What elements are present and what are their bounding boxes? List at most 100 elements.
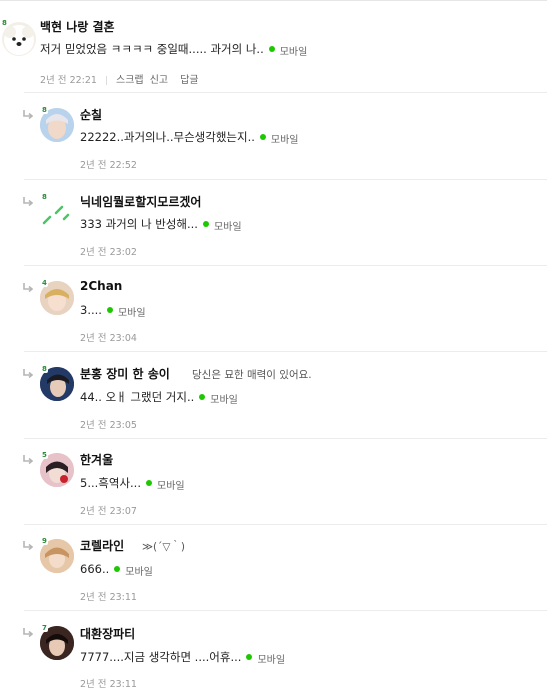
comment-time: 23:11 xyxy=(109,592,137,603)
mobile-label: 모바일 xyxy=(125,566,153,578)
scrap-button[interactable]: 스크랩 xyxy=(116,75,144,86)
comment-date: 2년 전 xyxy=(80,247,107,258)
comment-body: 44.. 오ㅐ 그랬던 거지.. xyxy=(80,390,195,404)
reply-item: 7 대환장파티 7777....지금 생각하면 ....어휴... 모바일 2년 … xyxy=(0,611,547,698)
nickname[interactable]: 백현 나랑 결혼 xyxy=(40,18,115,35)
comment-meta: 2년 전 23:11 xyxy=(80,676,137,690)
reply-arrow-icon xyxy=(23,628,34,638)
comment-time: 22:52 xyxy=(109,160,137,171)
reply-item: 8 분홍 장미 한 송이 당신은 묘한 매력이 있어요. 44.. 오ㅐ 그랬던… xyxy=(0,352,547,439)
comment-date: 2년 전 xyxy=(80,333,107,344)
reply-arrow-icon xyxy=(23,369,34,379)
level-badge: 5 xyxy=(41,451,48,459)
comment-meta: 2년 전 23:05 xyxy=(80,417,137,431)
avatar[interactable] xyxy=(2,22,36,56)
mobile-label: 모바일 xyxy=(213,221,242,233)
comment-text: 3.... 모바일 xyxy=(80,303,146,319)
comment-date: 2년 전 xyxy=(80,160,107,171)
comment-date: 2년 전 xyxy=(80,420,107,431)
nickname-tagline: ≫(´▽｀) xyxy=(142,541,186,553)
comment-meta: 2년 전 23:11 xyxy=(80,589,137,603)
nickname[interactable]: 한겨울 xyxy=(80,451,113,468)
comment-date: 2년 전 xyxy=(80,679,107,690)
comment-date: 2년 전 xyxy=(40,75,67,86)
level-badge: 8 xyxy=(1,19,8,27)
mobile-dot-icon xyxy=(146,480,152,486)
mobile-dot-icon xyxy=(202,221,209,227)
comment-body: 333 과거의 나 반성해... xyxy=(80,217,198,231)
reply-item: 4 2Chan 3.... 모바일 2년 전 23:04 xyxy=(0,266,547,352)
nickname[interactable]: 대환장파티 xyxy=(80,625,135,642)
comment-body: 7777....지금 생각하면 ....어휴... xyxy=(80,650,242,664)
reply-arrow-icon xyxy=(23,283,34,293)
mobile-dot-icon xyxy=(259,134,266,140)
mobile-indicator: 모바일 xyxy=(146,477,185,492)
comment-meta: 2년 전 22:52 xyxy=(80,157,137,171)
comment-time: 23:11 xyxy=(109,679,137,690)
comment-text: 333 과거의 나 반성해... 모바일 xyxy=(80,216,242,233)
mobile-indicator: 모바일 xyxy=(202,218,242,233)
mobile-dot-icon xyxy=(246,654,253,660)
mobile-indicator: 모바일 xyxy=(106,304,146,319)
mobile-dot-icon xyxy=(199,394,206,400)
mobile-indicator: 모바일 xyxy=(114,563,153,578)
mobile-label: 모바일 xyxy=(270,134,299,146)
nickname[interactable]: 순칠 xyxy=(80,106,102,123)
mobile-dot-icon xyxy=(106,307,113,313)
comment-text: 저거 믿었었음 ㅋㅋㅋㅋ 중일때..... 과거의 나.. 모바일 xyxy=(40,41,307,58)
reply-button[interactable]: 답글 xyxy=(180,75,198,86)
level-badge: 8 xyxy=(41,365,48,373)
mobile-indicator: 모바일 xyxy=(199,391,238,406)
comment-body: 22222..과거의나..무슨생각했는지.. xyxy=(80,130,255,144)
mobile-dot-icon xyxy=(268,46,275,52)
comment-time: 23:02 xyxy=(109,247,137,258)
comment-time: 23:04 xyxy=(109,333,137,344)
mobile-label: 모바일 xyxy=(210,394,238,406)
reply-arrow-icon xyxy=(23,541,34,551)
comment-text: 5...흑역사... 모바일 xyxy=(80,475,185,492)
reply-item: 8 닉네임뭘로할지모르겠어 333 과거의 나 반성해... 모바일 2년 전 2… xyxy=(0,180,547,266)
meta-separator xyxy=(106,76,107,85)
mobile-label: 모바일 xyxy=(117,307,146,319)
comment-text: 22222..과거의나..무슨생각했는지.. 모바일 xyxy=(80,129,299,146)
comment-time: 22:21 xyxy=(69,75,97,86)
level-badge: 7 xyxy=(41,624,48,632)
mobile-indicator: 모바일 xyxy=(246,651,285,666)
comment-meta: 2년 전 22:21 스크랩 신고 답글 xyxy=(40,71,199,86)
comment-body: 저거 믿었었음 ㅋㅋㅋㅋ 중일때..... 과거의 나.. xyxy=(40,42,264,56)
comment-item: 8 백현 나랑 결혼 저거 믿었었음 ㅋㅋㅋㅋ 중일때..... 과거의 나..… xyxy=(0,0,547,93)
comment-date: 2년 전 xyxy=(80,506,107,517)
mobile-indicator: 모바일 xyxy=(268,43,307,58)
comment-body: 5...흑역사... xyxy=(80,476,141,490)
comment-time: 23:05 xyxy=(109,420,137,431)
nickname-tagline: 당신은 묘한 매력이 있어요. xyxy=(192,369,312,381)
reply-arrow-icon xyxy=(23,110,34,120)
nickname[interactable]: 코렐라인 xyxy=(80,537,124,554)
comment-text: 44.. 오ㅐ 그랬던 거지.. 모바일 xyxy=(80,389,238,406)
reply-item: 8 순칠 22222..과거의나..무슨생각했는지.. 모바일 2년 전 22:5… xyxy=(0,93,547,180)
comment-meta: 2년 전 23:07 xyxy=(80,503,137,517)
reply-arrow-icon xyxy=(23,455,34,465)
level-badge: 8 xyxy=(41,106,48,114)
reply-arrow-icon xyxy=(23,197,34,207)
nickname[interactable]: 분홍 장미 한 송이 xyxy=(80,365,170,382)
level-badge: 9 xyxy=(41,537,48,545)
comment-meta: 2년 전 23:02 xyxy=(80,244,137,258)
mobile-indicator: 모바일 xyxy=(259,131,299,146)
comment-body: 666.. xyxy=(80,562,110,576)
mobile-dot-icon xyxy=(114,566,121,572)
mobile-label: 모바일 xyxy=(157,480,185,492)
comment-meta: 2년 전 23:04 xyxy=(80,330,137,344)
level-badge: 8 xyxy=(41,193,48,201)
nickname[interactable]: 닉네임뭘로할지모르겠어 xyxy=(80,193,201,210)
nickname[interactable]: 2Chan xyxy=(80,279,122,293)
comment-time: 23:07 xyxy=(109,506,137,517)
comment-text: 666.. 모바일 xyxy=(80,562,153,578)
level-badge: 4 xyxy=(41,279,48,287)
reply-item: 5 한겨울 5...흑역사... 모바일 2년 전 23:07 xyxy=(0,438,547,525)
comment-text: 7777....지금 생각하면 ....어휴... 모바일 xyxy=(80,649,285,666)
comment-body: 3.... xyxy=(80,303,102,317)
dog-avatar-image xyxy=(4,25,34,55)
comment-date: 2년 전 xyxy=(80,592,107,603)
report-button[interactable]: 신고 xyxy=(150,75,168,86)
